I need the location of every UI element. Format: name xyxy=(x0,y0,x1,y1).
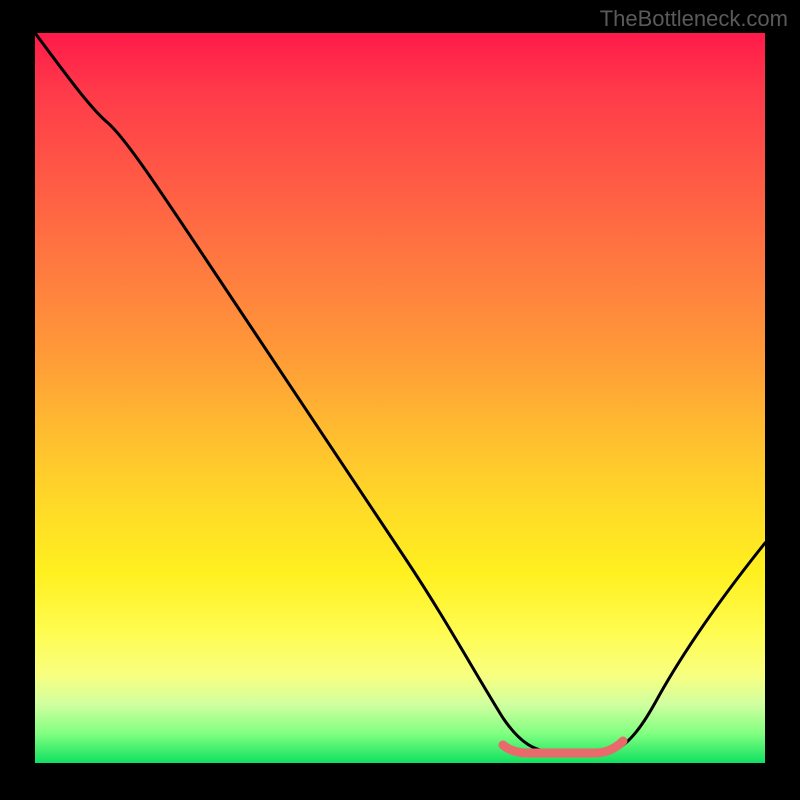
watermark-text: TheBottleneck.com xyxy=(600,6,788,32)
bottleneck-curve xyxy=(35,33,765,763)
chart-plot-area xyxy=(35,33,765,763)
highlight-segment xyxy=(503,741,623,753)
curve-path xyxy=(35,33,765,752)
